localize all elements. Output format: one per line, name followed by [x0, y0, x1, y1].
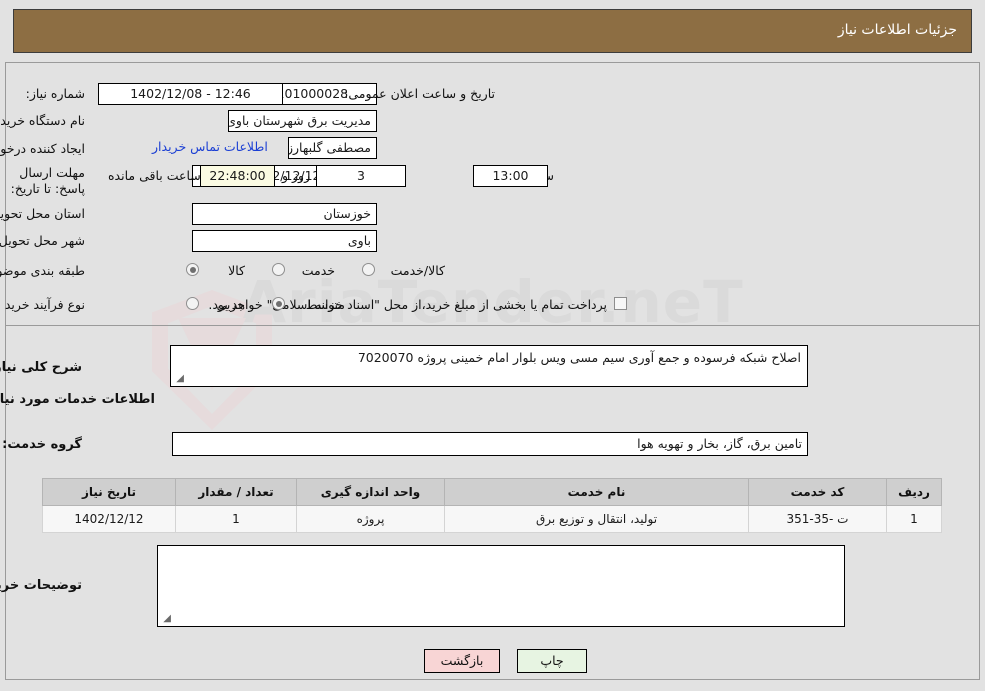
- resize-grip-icon[interactable]: ◢: [174, 374, 184, 384]
- label-announce-datetime: تاریخ و ساعت اعلان عمومی:: [344, 86, 495, 101]
- need-summary-text: اصلاح شبکه فرسوده و جمع آوری سیم مسی ویس…: [357, 350, 801, 365]
- table-header-cell: کد خدمت: [748, 478, 887, 506]
- table-header-cell: نام خدمت: [444, 478, 749, 506]
- field-service-group[interactable]: تامین برق، گاز، بخار و تهویه هوا: [172, 432, 808, 456]
- radio-category-kala[interactable]: [186, 263, 199, 276]
- label-process: نوع فرآیند خرید :: [0, 297, 85, 312]
- label-category: طبقه بندی موضوعی:: [0, 263, 85, 278]
- field-announce-datetime[interactable]: 12:46 - 1402/12/08: [98, 83, 283, 105]
- textarea-buyer-notes[interactable]: ◢: [157, 545, 845, 627]
- table-header-cell: تاریخ نیاز: [42, 478, 176, 506]
- radio-category-kala-khedmat[interactable]: [362, 263, 375, 276]
- services-table: ردیف کد خدمت نام خدمت واحد اندازه گیری ت…: [42, 478, 942, 533]
- resize-grip-icon[interactable]: ◢: [161, 614, 171, 624]
- field-remaining-days[interactable]: 3: [316, 165, 406, 187]
- back-button[interactable]: بازگشت: [424, 649, 500, 673]
- label-buyer-org: نام دستگاه خریدار:: [0, 113, 85, 128]
- table-header-cell: واحد اندازه گیری: [296, 478, 445, 506]
- field-buyer-org[interactable]: مدیریت برق شهرستان باوی: [228, 110, 377, 132]
- field-remaining-time[interactable]: 22:48:00: [200, 165, 275, 187]
- field-province[interactable]: خوزستان: [192, 203, 377, 225]
- field-requester[interactable]: مصطفی گلبهارزاده کاربرداز مدیریت برق شهر…: [288, 137, 377, 159]
- table-header-cell: تعداد / مقدار: [175, 478, 297, 506]
- divider-top: [5, 325, 980, 326]
- label-islamic-treasury: پرداخت تمام یا بخشی از مبلغ خرید،از محل …: [208, 297, 607, 312]
- radio-label-category-1[interactable]: خدمت: [302, 262, 335, 280]
- radio-process-jozei[interactable]: [186, 297, 199, 310]
- window-titlebar: جزئیات اطلاعات نیاز: [13, 9, 972, 53]
- field-deadline-hour[interactable]: 13:00: [473, 165, 548, 187]
- label-service-group: گروه خدمت:: [2, 437, 82, 452]
- print-button[interactable]: چاپ: [517, 649, 587, 673]
- table-header-cell: ردیف: [886, 478, 942, 506]
- table-cell-quantity: 1: [175, 505, 297, 533]
- checkbox-islamic-treasury[interactable]: [614, 297, 627, 310]
- page-title: جزئیات اطلاعات نیاز: [837, 22, 957, 38]
- table-cell-service-name: تولید، انتقال و توزیع برق: [444, 505, 749, 533]
- label-buyer-notes: توضیحات خریدار:: [0, 578, 82, 593]
- table-cell-need-date: 1402/12/12: [42, 505, 176, 533]
- label-need-summary: شرح کلی نیاز:: [0, 360, 82, 375]
- radio-label-category-2[interactable]: کالا/خدمت: [391, 262, 445, 280]
- label-province: استان محل تحویل:: [0, 206, 85, 221]
- label-deadline: مهلت ارسال پاسخ: تا تاریخ:: [10, 165, 85, 196]
- label-remaining-days-suffix: روز و: [282, 168, 311, 183]
- table-header-row: ردیف کد خدمت نام خدمت واحد اندازه گیری ت…: [42, 478, 942, 506]
- buyer-contact-link[interactable]: اطلاعات تماس خریدار: [152, 139, 268, 154]
- radio-category-khedmat[interactable]: [272, 263, 285, 276]
- field-city[interactable]: باوی: [192, 230, 377, 252]
- label-requester: ایجاد کننده درخواست:: [0, 141, 85, 156]
- table-row[interactable]: 1 ت -35-351 تولید، انتقال و توزیع برق پر…: [42, 505, 942, 533]
- textarea-need-summary[interactable]: اصلاح شبکه فرسوده و جمع آوری سیم مسی ویس…: [170, 345, 808, 387]
- section-title-services: اطلاعات خدمات مورد نیاز: [0, 392, 155, 407]
- page-root: AriaTender.neT جزئیات اطلاعات نیاز شماره…: [0, 0, 985, 691]
- radio-label-category-0[interactable]: کالا: [228, 262, 245, 280]
- radio-process-motevaset[interactable]: [272, 297, 285, 310]
- table-cell-row-no: 1: [886, 505, 942, 533]
- label-city: شهر محل تحویل:: [0, 233, 85, 248]
- table-cell-service-code: ت -35-351: [748, 505, 887, 533]
- table-cell-unit: پروژه: [296, 505, 445, 533]
- label-need-number: شماره نیاز:: [25, 86, 85, 101]
- label-remaining-time-suffix: ساعت باقی مانده: [108, 168, 201, 183]
